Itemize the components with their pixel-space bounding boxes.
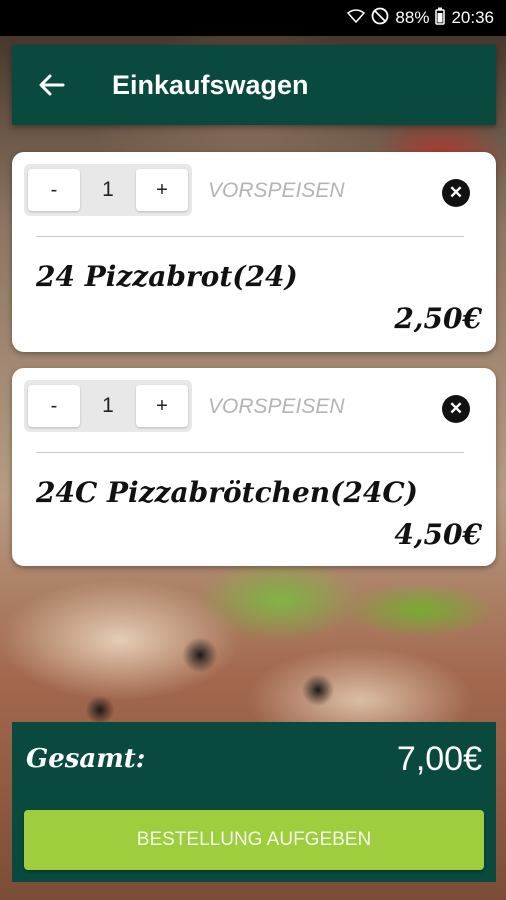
quantity-value: 1: [102, 394, 114, 417]
cart-item: - 1 + VORSPEISEN ✕ 24C Pizzabrötchen(24C…: [12, 368, 496, 566]
clock: 20:36: [451, 8, 494, 27]
remove-item-button[interactable]: ✕: [442, 179, 470, 207]
battery-icon: [435, 7, 446, 29]
quantity-stepper: - 1 +: [24, 164, 192, 216]
cart-item: - 1 + VORSPEISEN ✕ 24 Pizzabrot(24) 2,50…: [12, 152, 496, 352]
increase-quantity-button[interactable]: +: [136, 385, 188, 427]
cart-footer: Gesamt: 7,00€ BESTELLUNG AUFGEBEN: [12, 722, 496, 882]
divider: [36, 236, 464, 237]
quantity-stepper: - 1 +: [24, 380, 192, 432]
item-price: 2,50€: [394, 302, 482, 335]
item-name: 24C Pizzabrötchen(24C): [36, 476, 418, 509]
decrease-quantity-button[interactable]: -: [28, 169, 80, 211]
back-button[interactable]: [30, 63, 74, 107]
close-icon: ✕: [448, 399, 464, 418]
app-bar: Einkaufswagen: [12, 45, 496, 125]
item-category: VORSPEISEN: [208, 395, 345, 418]
increase-quantity-button[interactable]: +: [136, 169, 188, 211]
remove-item-button[interactable]: ✕: [442, 395, 470, 423]
item-name: 24 Pizzabrot(24): [36, 260, 298, 293]
close-icon: ✕: [448, 183, 464, 202]
place-order-button[interactable]: BESTELLUNG AUFGEBEN: [24, 810, 484, 870]
status-bar: 88% 20:36: [0, 0, 506, 36]
total-value: 7,00€: [396, 740, 482, 778]
page-title: Einkaufswagen: [112, 69, 309, 100]
divider: [36, 452, 464, 453]
decrease-quantity-button[interactable]: -: [28, 385, 80, 427]
do-not-disturb-icon: [371, 7, 389, 29]
item-price: 4,50€: [394, 518, 482, 551]
item-category: VORSPEISEN: [208, 179, 345, 202]
wifi-icon: [347, 9, 366, 27]
arrow-left-icon: [39, 74, 65, 96]
battery-percent: 88%: [395, 8, 430, 27]
total-label: Gesamt:: [26, 744, 146, 774]
quantity-value: 1: [102, 178, 114, 201]
